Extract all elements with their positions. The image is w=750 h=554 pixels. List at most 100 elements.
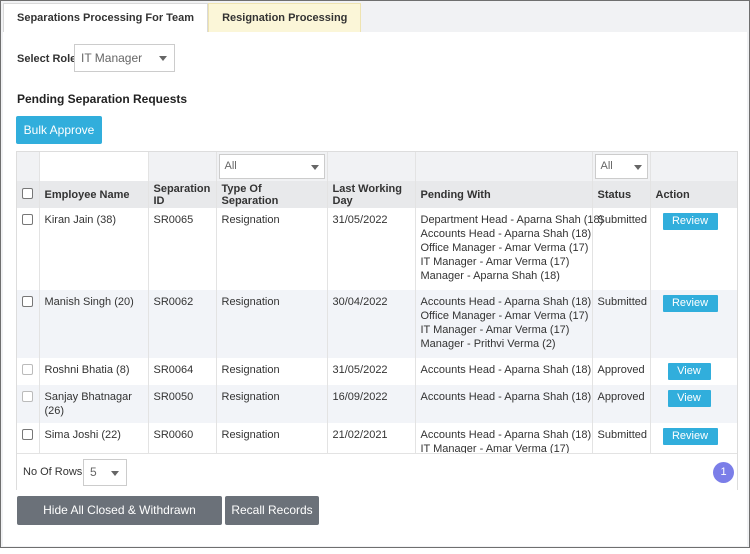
page-number-button[interactable]: 1 (713, 462, 734, 483)
action-cell: View (650, 385, 737, 423)
column-header-employee-name[interactable]: Employee Name (39, 181, 149, 208)
separation-type: Resignation (216, 290, 328, 358)
column-header-separation-id[interactable]: Separation ID (148, 181, 217, 208)
requests-grid: All All Employee Name Separation ID Type… (16, 151, 738, 490)
column-header-status[interactable]: Status (592, 181, 651, 208)
employee-name: Sanjay Bhatnagar (26) (39, 385, 149, 423)
chevron-down-icon (633, 165, 642, 170)
separation-id: SR0065 (148, 208, 217, 290)
view-button[interactable]: View (667, 363, 711, 380)
employee-name: Roshni Bhatia (8) (39, 358, 149, 385)
review-button[interactable]: Review (662, 213, 718, 230)
row-checkbox-cell (17, 358, 40, 385)
main-panel: Select Role IT Manager Pending Separatio… (3, 32, 747, 546)
column-header-type[interactable]: Type Of Separation (216, 181, 328, 208)
pending-with-line: Accounts Head - Aparna Shah (18) (420, 391, 592, 403)
last-working-day: 30/04/2022 (327, 290, 416, 358)
row-checkbox[interactable] (22, 429, 33, 440)
pending-with-line: Manager - Aparna Shah (18) (420, 270, 560, 282)
hide-closed-requests-button[interactable]: Hide All Closed & Withdrawn Requests (17, 496, 222, 546)
select-all-checkbox[interactable] (22, 188, 33, 199)
separation-type: Resignation (216, 385, 328, 423)
last-working-day: 31/05/2022 (327, 358, 416, 385)
select-role-label: Select Role (17, 53, 77, 65)
pending-with-line: Accounts Head - Aparna Shah (18) (420, 429, 592, 441)
separation-type: Resignation (216, 358, 328, 385)
separation-id: SR0062 (148, 290, 217, 358)
last-working-day: 16/09/2022 (327, 385, 416, 423)
type-filter-cell: All (216, 152, 328, 181)
table-row: Sanjay Bhatnagar (26) SR0050 Resignation… (17, 385, 737, 423)
tab-separations-processing[interactable]: Separations Processing For Team (3, 3, 209, 32)
separation-id: SR0064 (148, 358, 217, 385)
row-checkbox-disabled (22, 391, 33, 402)
filter-cell-empty (148, 152, 217, 181)
pending-with: Accounts Head - Aparna Shah (18) Office … (415, 290, 593, 358)
role-select[interactable]: IT Manager (74, 44, 175, 72)
review-button[interactable]: Review (662, 295, 718, 312)
filter-cell-empty (327, 152, 416, 181)
pending-with: Accounts Head - Aparna Shah (18) (415, 385, 593, 423)
pending-with-line: Accounts Head - Aparna Shah (18) (420, 296, 592, 308)
pending-with-line: Manager - Prithvi Verma (2) (420, 338, 556, 350)
header-row: Employee Name Separation ID Type Of Sepa… (17, 181, 737, 208)
status-filter-select[interactable]: All (594, 154, 648, 179)
action-cell: Review (650, 208, 737, 290)
chevron-down-icon (111, 470, 119, 476)
rows-per-page-select[interactable]: 5 (83, 459, 127, 486)
grid-footer: No Of Rows : 5 1 (17, 453, 737, 490)
bulk-approve-button[interactable]: Bulk Approve (16, 116, 102, 144)
table-row: Kiran Jain (38) SR0065 Resignation 31/05… (17, 208, 737, 290)
status: Submitted (592, 290, 651, 358)
pending-with-line: Accounts Head - Aparna Shah (18) (420, 228, 592, 240)
pending-with-line: IT Manager - Amar Verma (17) (420, 256, 570, 268)
role-select-value: IT Manager (81, 51, 143, 65)
chevron-down-icon (159, 56, 167, 61)
column-header-pending-with[interactable]: Pending With (415, 181, 593, 208)
table-row: Manish Singh (20) SR0062 Resignation 30/… (17, 290, 737, 358)
separation-id: SR0050 (148, 385, 217, 423)
tab-resignation-processing[interactable]: Resignation Processing (208, 3, 362, 32)
row-checkbox[interactable] (22, 296, 33, 307)
chevron-down-icon (310, 165, 319, 170)
row-checkbox-cell (17, 385, 40, 423)
view-button[interactable]: View (667, 390, 711, 407)
pending-with-line: Accounts Head - Aparna Shah (18) (420, 364, 592, 376)
type-filter-value: All (224, 160, 237, 172)
select-all-header (17, 181, 40, 208)
action-cell: View (650, 358, 737, 385)
employee-name: Kiran Jain (38) (39, 208, 149, 290)
status-filter-cell: All (592, 152, 651, 181)
separation-type: Resignation (216, 208, 328, 290)
row-checkbox[interactable] (22, 214, 33, 225)
status: Approved (592, 385, 651, 423)
filter-cell-empty (415, 152, 593, 181)
status: Submitted (592, 208, 651, 290)
rows-per-page-label: No Of Rows : (23, 466, 89, 478)
pending-with-line: IT Manager - Amar Verma (17) (420, 324, 570, 336)
section-title: Pending Separation Requests (17, 92, 188, 106)
row-checkbox-disabled (22, 364, 33, 375)
column-header-last-working-day[interactable]: Last Working Day (327, 181, 416, 208)
pending-with-line: Department Head - Aparna Shah (18) (420, 214, 604, 226)
status: Approved (592, 358, 651, 385)
filter-cell-empty (650, 152, 737, 181)
filter-row: All All (17, 152, 737, 181)
column-header-action: Action (650, 181, 737, 208)
action-cell: Review (650, 290, 737, 358)
app-frame: Separations Processing For Team Resignat… (0, 0, 750, 548)
pending-with: Accounts Head - Aparna Shah (18) (415, 358, 593, 385)
review-button[interactable]: Review (662, 428, 718, 445)
employee-name-filter[interactable] (39, 152, 149, 181)
pending-with: Department Head - Aparna Shah (18) Accou… (415, 208, 604, 290)
row-checkbox-cell (17, 290, 40, 358)
status-filter-value: All (600, 160, 613, 172)
requests-table: All All Employee Name Separation ID Type… (17, 152, 737, 461)
last-working-day: 31/05/2022 (327, 208, 416, 290)
recall-records-button[interactable]: Recall Records (225, 496, 319, 525)
tab-bar: Separations Processing For Team Resignat… (3, 3, 362, 32)
row-checkbox-cell (17, 208, 40, 290)
type-filter-select[interactable]: All (218, 154, 325, 179)
rows-per-page-value: 5 (90, 465, 97, 479)
filter-cell-empty (17, 152, 40, 181)
